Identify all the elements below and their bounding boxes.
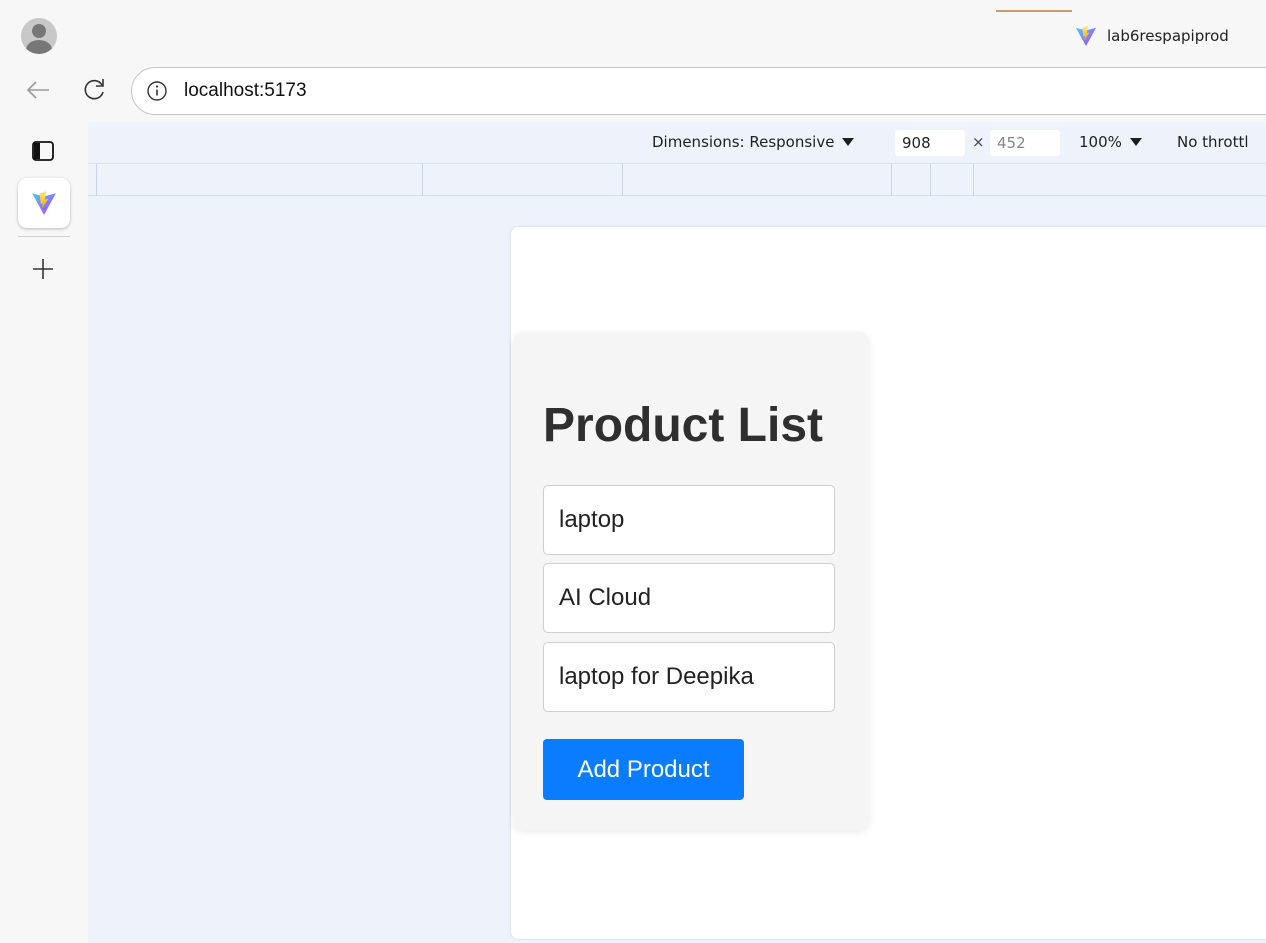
height-input[interactable] [990,130,1060,156]
plus-icon [33,259,53,279]
tab-title: lab6respapiprod [1107,27,1229,45]
url-text: localhost:5173 [184,80,307,101]
device-toolbar: Dimensions: Responsive × 100% No throttl [88,122,1266,164]
caret-down-icon [842,138,855,146]
vertical-tabs-sidebar [0,122,88,943]
dimensions-dropdown[interactable]: Dimensions: Responsive [652,133,855,151]
page-title: Product List [543,399,824,452]
browser-tab[interactable]: lab6respapiprod [1075,20,1247,52]
sidebar-divider [18,236,70,237]
dimensions-label: Dimensions: Responsive [652,133,835,151]
zoom-label: 100% [1079,133,1122,151]
product-card: Product List Add Product [513,332,869,830]
vertical-tab-vite[interactable] [18,178,70,228]
new-tab-button[interactable] [26,252,60,286]
width-input[interactable] [895,130,965,156]
reload-button[interactable] [76,72,112,108]
address-bar[interactable]: localhost:5173 [131,67,1266,115]
vite-logo-icon [32,191,56,215]
caret-down-icon [1129,138,1142,146]
title-bar: lab6respapiprod [0,0,1266,62]
add-product-button[interactable]: Add Product [543,739,744,800]
product-input-3[interactable] [543,642,835,712]
tab-indicator [996,10,1072,12]
reload-icon [84,79,104,100]
tab-actions-button[interactable] [26,136,60,166]
zoom-dropdown[interactable]: 100% [1079,133,1142,151]
back-button[interactable] [20,72,56,108]
info-icon [147,81,167,101]
profile-avatar[interactable] [21,18,57,54]
product-input-1[interactable] [543,485,835,555]
back-arrow-icon [26,81,49,99]
navigation-bar: localhost:5173 [0,62,1266,122]
throttle-dropdown[interactable]: No throttl [1177,133,1266,151]
times-symbol: × [972,133,985,151]
media-query-ruler [88,164,1266,196]
tab-actions-icon [32,141,54,161]
vite-logo-icon [1075,25,1097,47]
product-input-2[interactable] [543,563,835,633]
